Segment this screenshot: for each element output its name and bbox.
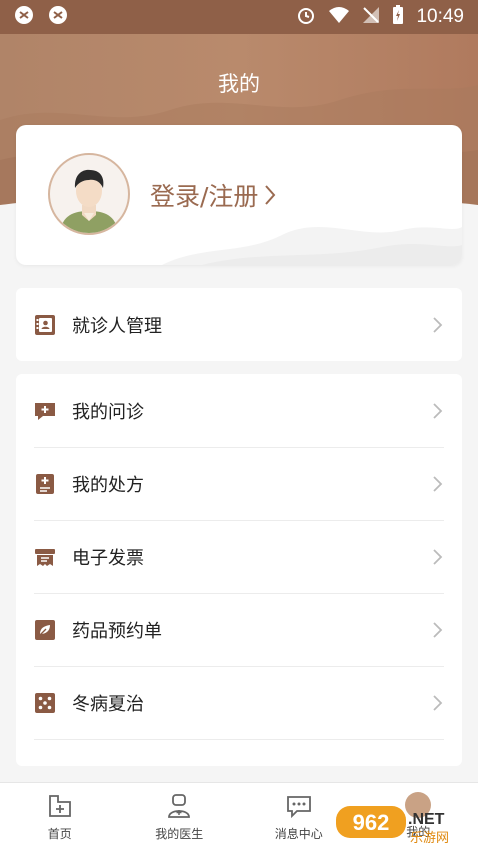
patient-card-icon xyxy=(34,314,56,336)
consultation-icon xyxy=(34,400,56,422)
message-icon xyxy=(286,796,311,819)
menu-item-label: 药品预约单 xyxy=(72,620,162,642)
menu-item-patient-management[interactable]: 就诊人管理 xyxy=(16,288,462,361)
chevron-right-icon xyxy=(433,548,443,565)
tab-label: 首页 xyxy=(47,827,72,841)
page-title: 我的 xyxy=(218,72,260,96)
svg-text:.NET: .NET xyxy=(408,811,445,828)
home-icon xyxy=(48,795,71,817)
menu-item-label: 我的问诊 xyxy=(72,401,144,423)
menu-item-medicine-order[interactable]: 药品预约单 xyxy=(16,593,462,666)
chevron-right-icon xyxy=(433,316,443,333)
notification-icon xyxy=(14,5,34,29)
notification-icon xyxy=(48,5,68,29)
menu-group-services: 我的问诊 我的处方 电子发票 药品预约单 冬病夏治 xyxy=(16,374,462,766)
menu-item-label: 电子发票 xyxy=(72,547,144,569)
signal-icon xyxy=(362,6,380,29)
menu-item-label: 我的处方 xyxy=(72,474,144,496)
login-register-link[interactable]: 登录/注册 xyxy=(150,177,276,213)
chevron-right-icon xyxy=(265,185,276,205)
wifi-icon xyxy=(328,6,350,29)
menu-item-e-invoice[interactable]: 电子发票 xyxy=(16,520,462,593)
chevron-right-icon xyxy=(433,475,443,492)
doctor-icon xyxy=(168,794,191,818)
status-time: 10:49 xyxy=(416,6,464,27)
tab-label: 消息中心 xyxy=(274,827,323,841)
tab-home[interactable]: 首页 xyxy=(0,783,120,849)
alarm-icon xyxy=(296,5,316,30)
battery-icon xyxy=(392,4,404,30)
menu-item-winter-disease-summer-cure[interactable]: 冬病夏治 xyxy=(16,666,462,739)
chevron-right-icon xyxy=(433,621,443,638)
mountain-decoration xyxy=(162,226,462,265)
watermark-logo: 962 .NET 乐游网 xyxy=(336,806,449,846)
status-bar: 10:49 xyxy=(0,0,478,34)
chevron-right-icon xyxy=(433,402,443,419)
divider xyxy=(34,739,444,740)
avatar[interactable] xyxy=(48,153,130,235)
svg-text:962: 962 xyxy=(353,810,390,835)
chevron-right-icon xyxy=(433,694,443,711)
prescription-icon xyxy=(34,473,56,495)
invoice-icon xyxy=(34,546,56,568)
menu-group-patient: 就诊人管理 xyxy=(16,288,462,361)
svg-text:乐游网: 乐游网 xyxy=(410,831,449,846)
dice-icon xyxy=(34,692,56,714)
menu-item-my-prescription[interactable]: 我的处方 xyxy=(16,447,462,520)
tab-label: 我的医生 xyxy=(155,827,204,841)
menu-item-label: 冬病夏治 xyxy=(72,693,144,715)
tab-my-doctor[interactable]: 我的医生 xyxy=(120,783,240,849)
menu-item-label: 就诊人管理 xyxy=(72,315,162,337)
login-label: 登录/注册 xyxy=(150,182,259,211)
menu-item-my-consultation[interactable]: 我的问诊 xyxy=(16,374,462,447)
login-card[interactable]: 登录/注册 xyxy=(16,125,462,265)
medicine-order-icon xyxy=(34,619,56,641)
